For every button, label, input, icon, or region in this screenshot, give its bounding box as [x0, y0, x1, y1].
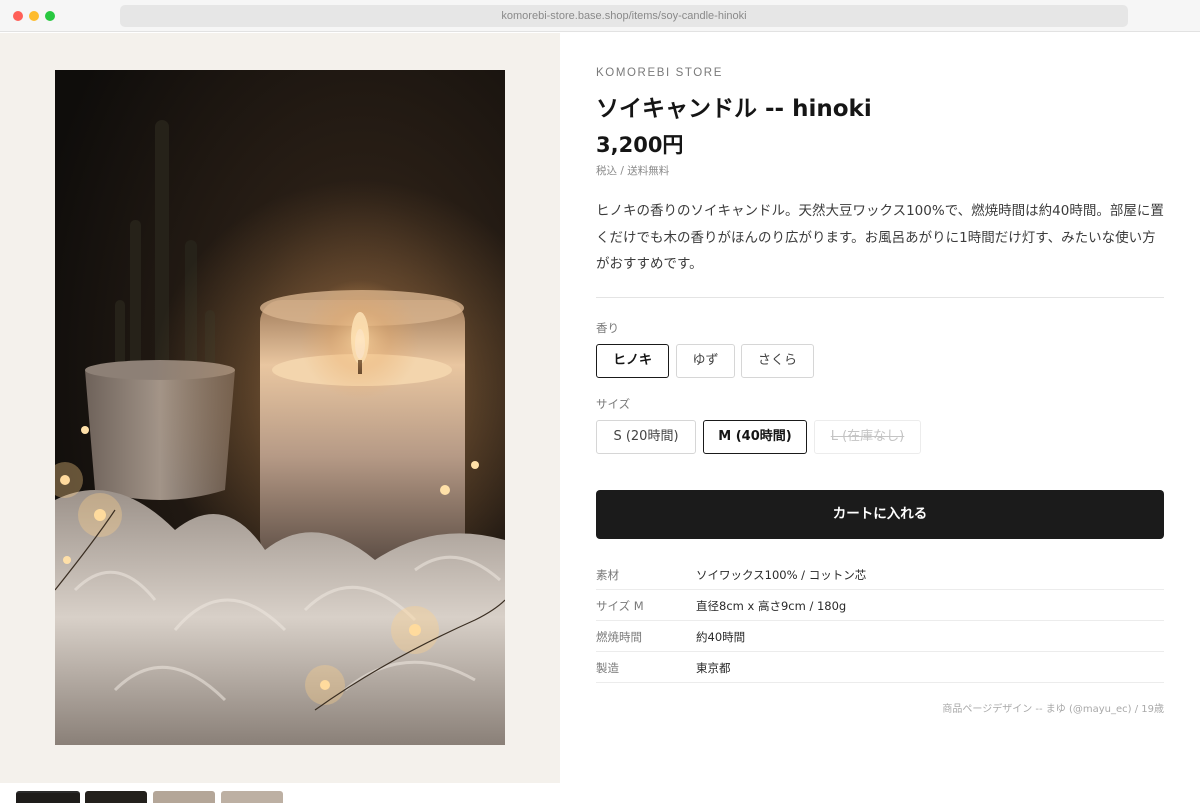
spec-row: 燃焼時間 約40時間 [596, 621, 1164, 652]
close-window-icon[interactable] [13, 11, 23, 21]
thumbnail-3[interactable] [153, 791, 215, 803]
thumbnail-2[interactable] [85, 791, 147, 803]
spec-value: 直径8cm x 高さ9cm / 180g [696, 599, 847, 613]
scent-option-sakura[interactable]: さくら [741, 344, 814, 378]
thumbnail-1[interactable] [16, 791, 80, 803]
spec-key: 素材 [596, 568, 619, 582]
spec-row: 製造 東京都 [596, 652, 1164, 683]
spec-row: 素材 ソイワックス100% / コットン芯 [596, 559, 1164, 590]
size-option-m[interactable]: M (40時間) [703, 420, 807, 454]
spec-value: 約40時間 [696, 630, 746, 644]
scent-option-hinoki[interactable]: ヒノキ [596, 344, 669, 378]
product-title: ソイキャンドル -- hinoki [596, 96, 872, 122]
size-option-l: L (在庫なし) [814, 420, 921, 454]
scent-label: 香り [596, 321, 619, 335]
add-to-cart-button[interactable]: カートに入れる [596, 490, 1164, 539]
spec-key: 製造 [596, 661, 619, 675]
thumbnail-4[interactable] [221, 791, 283, 803]
thumbnail-strip [0, 783, 560, 803]
spec-table: 素材 ソイワックス100% / コットン芯 サイズ M 直径8cm x 高さ9c… [596, 559, 1164, 683]
size-label: サイズ [596, 397, 631, 411]
divider [596, 297, 1164, 298]
product-main-image[interactable] [55, 70, 505, 745]
browser-toolbar: komorebi-store.base.shop/items/soy-candl… [0, 0, 1200, 32]
product-price: 3,200円 [596, 133, 684, 157]
scent-option-yuzu[interactable]: ゆず [676, 344, 735, 378]
tax-note: 税込 / 送料無料 [596, 165, 670, 177]
maximize-window-icon[interactable] [45, 11, 55, 21]
address-bar[interactable]: komorebi-store.base.shop/items/soy-candl… [120, 5, 1128, 27]
spec-key: サイズ M [596, 599, 644, 613]
store-name[interactable]: KOMOREBI STORE [596, 67, 723, 79]
spec-value: 東京都 [696, 661, 731, 675]
size-option-s[interactable]: S (20時間) [596, 420, 696, 454]
minimize-window-icon[interactable] [29, 11, 39, 21]
spec-row: サイズ M 直径8cm x 高さ9cm / 180g [596, 590, 1164, 621]
spec-key: 燃焼時間 [596, 630, 642, 644]
candle-photo-illustration [55, 70, 505, 745]
spec-value: ソイワックス100% / コットン芯 [696, 568, 867, 582]
product-gallery [0, 33, 560, 783]
design-credit: 商品ページデザイン -- まゆ (@mayu_ec) / 19歳 [942, 704, 1164, 715]
product-description: ヒノキの香りのソイキャンドル。天然大豆ワックス100%で、燃焼時間は約40時間。… [596, 203, 1164, 272]
